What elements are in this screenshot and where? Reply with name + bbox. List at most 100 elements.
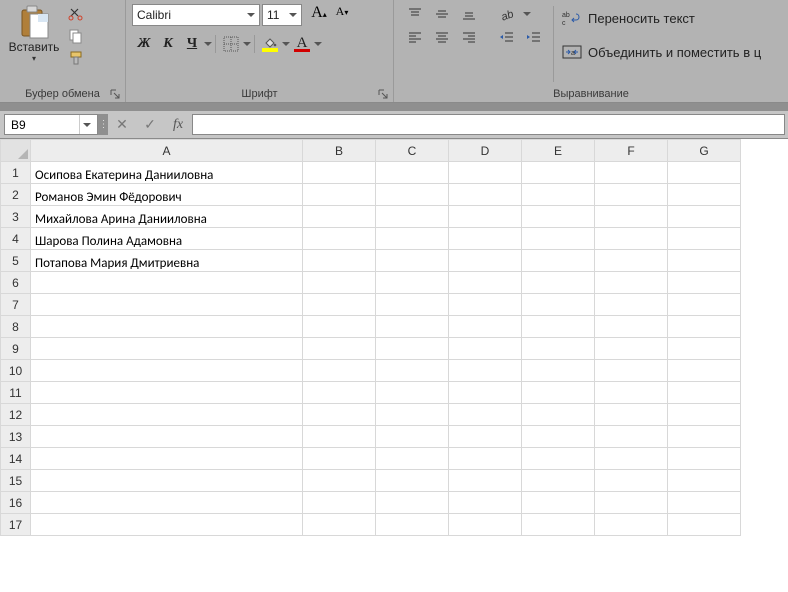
paste-button[interactable]: Вставить ▾ [4,2,64,86]
cell[interactable] [668,272,741,294]
cancel-formula-button[interactable]: ✕ [112,114,132,136]
cell[interactable] [522,382,595,404]
cell[interactable] [522,448,595,470]
enter-formula-button[interactable]: ✓ [140,114,160,136]
select-all-corner[interactable] [1,140,31,162]
column-header[interactable]: F [595,140,668,162]
decrease-indent-button[interactable] [496,27,518,47]
align-bottom-button[interactable] [458,4,480,24]
font-size-combo[interactable]: 11 [262,4,302,26]
increase-indent-button[interactable] [523,27,545,47]
cell[interactable] [522,184,595,206]
cell[interactable] [303,470,376,492]
cell[interactable] [303,184,376,206]
cell[interactable] [595,470,668,492]
cell[interactable] [522,514,595,536]
cell[interactable] [31,382,303,404]
cell[interactable] [303,360,376,382]
cell[interactable]: Романов Эмин Фёдорович [31,184,303,206]
cell[interactable] [595,514,668,536]
cell[interactable] [376,360,449,382]
cell[interactable] [376,162,449,184]
cell[interactable] [31,404,303,426]
cell[interactable] [376,272,449,294]
row-header[interactable]: 12 [1,404,31,426]
align-left-button[interactable] [404,27,426,47]
cell[interactable] [449,404,522,426]
cell[interactable] [449,360,522,382]
cell[interactable] [31,492,303,514]
cell[interactable] [668,404,741,426]
row-header[interactable]: 1 [1,162,31,184]
splitter[interactable]: ⋮ [98,114,108,135]
cell[interactable] [303,316,376,338]
font-color-menu[interactable] [314,42,322,46]
cell[interactable] [522,338,595,360]
increase-font-button[interactable]: A▴ [308,4,330,26]
column-header[interactable]: B [303,140,376,162]
cell[interactable] [31,272,303,294]
cell[interactable] [522,360,595,382]
cell[interactable] [449,492,522,514]
cell[interactable] [449,316,522,338]
align-middle-button[interactable] [431,4,453,24]
cell[interactable] [449,382,522,404]
row-header[interactable]: 6 [1,272,31,294]
cell[interactable] [376,404,449,426]
italic-button[interactable]: К [156,32,180,56]
cell[interactable] [303,404,376,426]
column-header[interactable]: C [376,140,449,162]
cell[interactable] [449,514,522,536]
column-header[interactable]: D [449,140,522,162]
cell[interactable] [449,338,522,360]
cell[interactable] [668,206,741,228]
cut-button[interactable] [66,4,86,24]
cell[interactable] [376,206,449,228]
align-right-button[interactable] [458,27,480,47]
cell[interactable]: Потапова Мария Дмитриевна [31,250,303,272]
cell[interactable] [376,492,449,514]
cell[interactable]: Осипова Екатерина Данииловна [31,162,303,184]
cell[interactable] [449,206,522,228]
cell[interactable]: Михайлова Арина Данииловна [31,206,303,228]
cell[interactable] [31,470,303,492]
cell[interactable] [449,448,522,470]
cell[interactable] [522,228,595,250]
row-header[interactable]: 14 [1,448,31,470]
cell[interactable] [376,448,449,470]
column-header[interactable]: E [522,140,595,162]
cell[interactable] [303,228,376,250]
cell[interactable] [31,360,303,382]
cell[interactable] [522,404,595,426]
name-box[interactable]: B9 [4,114,98,135]
row-header[interactable]: 9 [1,338,31,360]
cell[interactable] [522,206,595,228]
format-painter-button[interactable] [66,48,86,68]
cell[interactable] [303,294,376,316]
underline-button[interactable]: Ч [180,32,204,56]
cell[interactable] [668,184,741,206]
formula-input[interactable] [192,114,785,135]
cell[interactable] [449,426,522,448]
cell[interactable] [376,294,449,316]
cell[interactable] [303,162,376,184]
orientation-button[interactable]: ab [496,4,518,24]
cell[interactable] [31,294,303,316]
cell[interactable] [595,184,668,206]
cell[interactable] [449,184,522,206]
orientation-menu[interactable] [523,4,531,24]
align-top-button[interactable] [404,4,426,24]
cell[interactable] [668,514,741,536]
borders-menu[interactable] [243,42,251,46]
row-header[interactable]: 11 [1,382,31,404]
font-family-combo[interactable]: Calibri [132,4,260,26]
cell[interactable] [303,514,376,536]
cell[interactable] [376,250,449,272]
dialog-launcher-font[interactable] [377,88,389,100]
cell[interactable] [376,470,449,492]
wrap-text-button[interactable]: abc Переносить текст [560,4,763,32]
cell[interactable] [595,250,668,272]
cell[interactable] [668,250,741,272]
row-header[interactable]: 5 [1,250,31,272]
cell[interactable] [668,426,741,448]
